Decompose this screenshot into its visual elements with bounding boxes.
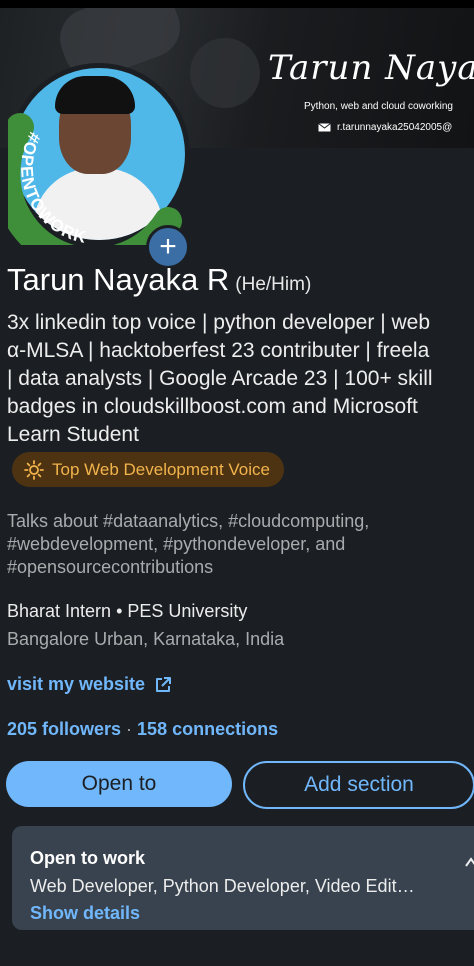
location: Bangalore Urban, Karnataka, India: [7, 629, 285, 649]
headline-line: | data analysts | Google Arcade 23 | 100…: [7, 367, 433, 390]
chevron-up-icon[interactable]: [464, 856, 474, 868]
external-link-icon: [156, 676, 172, 692]
profile-photo[interactable]: #OPENTOWORK +: [8, 63, 190, 269]
lightbulb-icon: [24, 459, 44, 480]
website-link[interactable]: visit my website: [7, 674, 172, 695]
show-details-link[interactable]: Show details: [30, 903, 140, 924]
pronouns: (He/Him): [235, 274, 312, 295]
profile-name: Tarun Nayaka R: [7, 262, 230, 297]
connections-link[interactable]: 158 connections: [137, 719, 278, 739]
website-label: visit my website: [7, 674, 146, 694]
profile-headline: 3x linkedin top voice | python developer…: [7, 309, 474, 449]
banner-email: r.tarunnayaka25042005@: [318, 122, 452, 133]
headline-line: α-MLSA | hacktoberfest 23 contributer | …: [7, 339, 430, 362]
mail-icon: [318, 123, 331, 132]
network-stats: 205 followers · 158 connections: [7, 719, 278, 740]
banner-decor: [190, 38, 260, 108]
open-to-work-roles: Web Developer, Python Developer, Video E…: [30, 876, 415, 896]
headline-line: badges in cloudskillboost.com and Micros…: [7, 395, 418, 418]
headline-line: 3x linkedin top voice | python developer…: [7, 311, 431, 334]
stats-separator: ·: [121, 719, 138, 739]
open-to-work-frame: #OPENTOWORK: [8, 113, 182, 245]
status-bar: [0, 0, 474, 8]
open-to-work-title: Open to work: [30, 848, 146, 868]
open-to-button[interactable]: Open to: [6, 761, 232, 807]
open-to-work-card[interactable]: Open to work Web Developer, Python Devel…: [12, 826, 474, 930]
headline-line: Learn Student: [7, 423, 139, 446]
top-voice-badge[interactable]: Top Web Development Voice: [12, 452, 284, 487]
name-row: Tarun Nayaka R (He/Him): [7, 262, 311, 298]
banner-email-text: r.tarunnayaka25042005@: [337, 122, 453, 133]
banner-tagline: Python, web and cloud coworking: [304, 101, 453, 112]
add-section-button[interactable]: Add section: [243, 761, 474, 809]
banner-script-name: Tarun Nayak: [268, 48, 474, 88]
current-company: Bharat Intern • PES University: [7, 601, 248, 621]
followers-link[interactable]: 205 followers: [7, 719, 121, 739]
badge-label: Top Web Development Voice: [52, 459, 270, 479]
talks-about: Talks about #dataanalytics, #cloudcomput…: [7, 511, 370, 577]
